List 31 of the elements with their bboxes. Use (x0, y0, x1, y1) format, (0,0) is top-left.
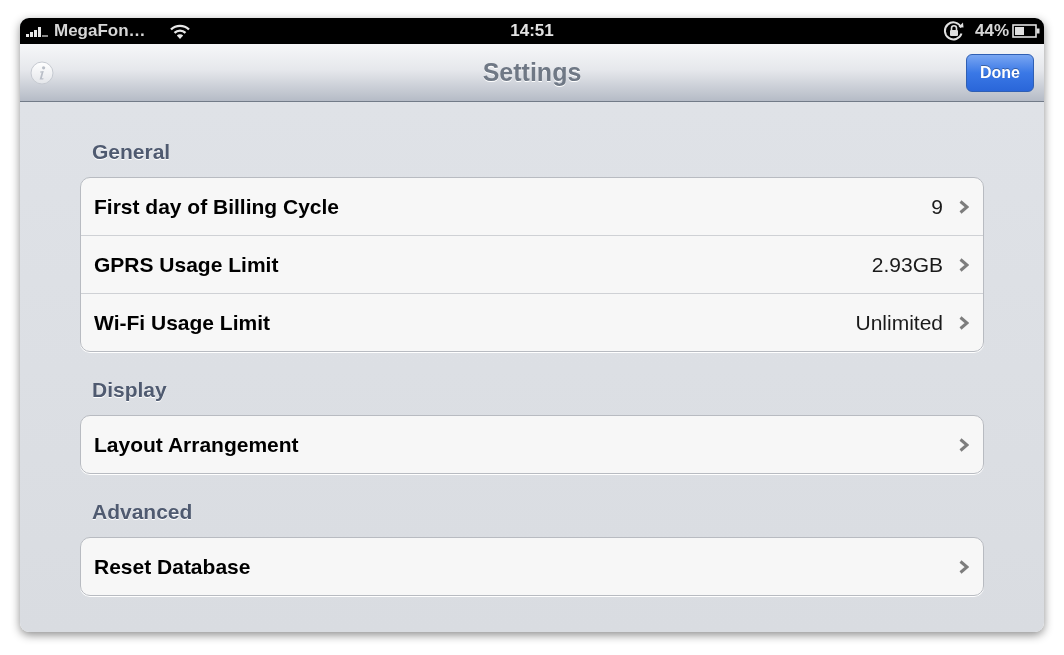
row-label: First day of Billing Cycle (94, 194, 341, 219)
rotation-lock-icon (942, 20, 965, 42)
section-header: General (91, 139, 172, 165)
settings-row[interactable]: GPRS Usage Limit 2.93GB (81, 235, 983, 293)
row-label: GPRS Usage Limit (94, 252, 280, 277)
chevron-icon (959, 559, 969, 574)
row-value: 9 (931, 194, 943, 219)
status-time: 14:51 (510, 21, 554, 41)
battery-percent: 44% (974, 21, 1009, 41)
row-label: Wi-Fi Usage Limit (94, 310, 271, 335)
done-button[interactable]: Done (966, 53, 1034, 92)
settings-row[interactable]: First day of Billing Cycle 9 (81, 178, 983, 235)
row-value: 2.93GB (871, 252, 943, 277)
chevron-icon (959, 199, 969, 214)
signal-bars-icon (26, 27, 48, 37)
row-value: Unlimited (855, 310, 943, 335)
battery-icon (1012, 24, 1040, 38)
row-label: Reset Database (94, 554, 252, 579)
settings-row[interactable]: Reset Database (81, 538, 983, 595)
screen-title: Settings (482, 58, 582, 87)
chevron-icon (959, 437, 969, 452)
info-icon[interactable] (30, 60, 54, 85)
section-header: Display (91, 377, 168, 403)
settings-row[interactable]: Wi-Fi Usage Limit Unlimited (81, 293, 983, 351)
row-label: Layout Arrangement (94, 432, 300, 457)
carrier-name: MegaFon… (54, 21, 146, 41)
settings-row[interactable]: Layout Arrangement (81, 416, 983, 473)
chevron-icon (959, 315, 969, 330)
chevron-icon (959, 257, 969, 272)
section-header: Advanced (91, 499, 194, 525)
wifi-icon (169, 23, 190, 39)
